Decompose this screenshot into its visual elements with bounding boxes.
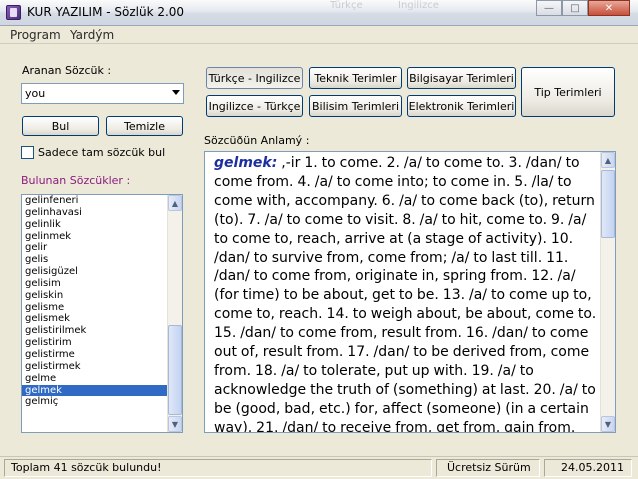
- search-label: Aranan Sözcük :: [22, 64, 112, 77]
- dict-turkish-english-button[interactable]: Türkçe - Ingilizce: [206, 67, 303, 89]
- meaning-scrollbar[interactable]: ▲ ▼: [600, 152, 615, 432]
- scroll-up-icon[interactable]: ▲: [601, 152, 615, 168]
- list-item[interactable]: gelistirim: [22, 337, 182, 349]
- menu-bar: Program Yardým: [0, 27, 638, 44]
- meaning-label: Sözcüðün Anlamý :: [204, 134, 310, 147]
- dict-computer-button[interactable]: Bilgisayar Terimleri: [407, 67, 516, 89]
- ghost-menu-turkish: Türkçe: [330, 0, 363, 11]
- scroll-down-icon[interactable]: ▼: [168, 416, 182, 432]
- scroll-down-icon[interactable]: ▼: [601, 416, 615, 432]
- list-item[interactable]: gelis: [22, 254, 182, 266]
- find-button[interactable]: Bul: [22, 116, 99, 136]
- results-scrollbar[interactable]: ▲ ▼: [167, 195, 182, 432]
- list-item[interactable]: gelistirilmek: [22, 325, 182, 337]
- dict-technical-button[interactable]: Teknik Terimler: [309, 67, 402, 89]
- ghost-menu-english: İngilizce: [398, 0, 439, 11]
- search-input[interactable]: you: [25, 87, 45, 100]
- meaning-text: gelmek: ,-ir 1. to come. 2. /a/ to come …: [214, 154, 598, 433]
- scroll-thumb[interactable]: [601, 170, 615, 238]
- search-combobox[interactable]: you: [21, 83, 184, 104]
- list-item[interactable]: gelinhavasi: [22, 207, 182, 219]
- list-item[interactable]: gelistirme: [22, 349, 182, 361]
- status-date: 24.05.2011: [544, 459, 632, 477]
- clear-button[interactable]: Temizle: [106, 116, 183, 136]
- list-item[interactable]: gelinlik: [22, 219, 182, 231]
- close-icon[interactable]: ✕: [588, 0, 630, 16]
- list-item[interactable]: gelismek: [22, 313, 182, 325]
- status-edition: Ücretsiz Sürüm: [436, 459, 540, 477]
- results-label: Bulunan Sözcükler :: [21, 174, 131, 187]
- status-count: Toplam 41 sözcük bulundu!: [4, 459, 432, 477]
- scroll-up-icon[interactable]: ▲: [168, 195, 182, 211]
- meaning-textarea[interactable]: gelmek: ,-ir 1. to come. 2. /a/ to come …: [204, 151, 616, 433]
- list-item[interactable]: gelme: [22, 373, 182, 385]
- scroll-thumb[interactable]: [168, 325, 182, 415]
- dict-informatics-button[interactable]: Bilisim Terimleri: [309, 95, 402, 117]
- headword: gelmek:: [214, 155, 278, 171]
- list-item[interactable]: gelistirmek: [22, 361, 182, 373]
- maximize-icon[interactable]: □: [562, 0, 588, 16]
- dict-english-turkish-button[interactable]: Ingilizce - Türkçe: [206, 95, 303, 117]
- list-item[interactable]: gelir: [22, 242, 182, 254]
- results-list[interactable]: gelinfeneri gelinhavasi gelinlik gelinmek ge…: [21, 194, 183, 433]
- title-bar: KUR YAZILIM - Sözlük 2.00 Türkçe İngiliz…: [0, 0, 638, 26]
- dict-medical-button[interactable]: Tip Terimleri: [521, 67, 615, 117]
- app-book-icon: [6, 5, 21, 20]
- menu-help[interactable]: Yardým: [70, 28, 114, 42]
- exact-match-checkbox[interactable]: [21, 146, 34, 159]
- menu-program[interactable]: Program: [10, 28, 61, 42]
- minimize-icon[interactable]: —: [536, 0, 562, 16]
- list-item[interactable]: gelisigüzel: [22, 266, 182, 278]
- list-item[interactable]: gelmek: [22, 384, 182, 397]
- dict-electronic-button[interactable]: Elektronik Terimleri: [407, 95, 516, 117]
- list-item[interactable]: gelmiç: [22, 396, 182, 408]
- meaning-body: ,-ir 1. to come. 2. /a/ to come to. 3. /…: [214, 155, 597, 433]
- list-item[interactable]: gelinmek: [22, 231, 182, 243]
- list-item[interactable]: geliskin: [22, 290, 182, 302]
- window-controls: — □ ✕: [536, 0, 630, 16]
- list-item[interactable]: gelisme: [22, 302, 182, 314]
- window-title: KUR YAZILIM - Sözlük 2.00: [27, 5, 185, 19]
- chevron-down-icon[interactable]: [172, 90, 180, 95]
- list-item[interactable]: gelinfeneri: [22, 195, 182, 207]
- list-item[interactable]: gelisim: [22, 278, 182, 290]
- status-bar: Toplam 41 sözcük bulundu! Ücretsiz Sürüm…: [0, 456, 638, 479]
- exact-match-label: Sadece tam sözcük bul: [38, 146, 166, 159]
